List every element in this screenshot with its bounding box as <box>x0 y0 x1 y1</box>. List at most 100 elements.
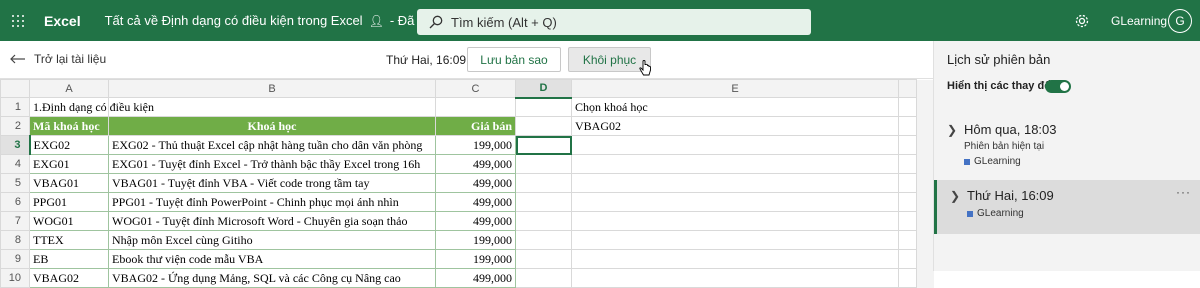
row-header[interactable]: 7 <box>0 211 30 231</box>
chevron-right-icon[interactable]: ❯ <box>950 189 960 203</box>
row-header[interactable]: 8 <box>0 230 30 250</box>
cell[interactable]: Nhập môn Excel cùng Gitiho <box>108 230 436 250</box>
cell[interactable]: VBAG01 <box>29 173 109 193</box>
row-header[interactable]: 1 <box>0 97 30 117</box>
cell[interactable]: WOG01 - Tuyệt đỉnh Microsoft Word - Chuy… <box>108 211 436 231</box>
row-header[interactable]: 4 <box>0 154 30 174</box>
cell[interactable] <box>571 230 899 250</box>
header-cell[interactable]: Khoá học <box>108 116 436 136</box>
column-header-f[interactable] <box>898 79 917 98</box>
cell[interactable] <box>515 154 572 174</box>
gear-icon[interactable] <box>1074 13 1090 29</box>
show-changes-toggle[interactable] <box>1045 80 1071 93</box>
cell[interactable] <box>898 211 917 231</box>
cell[interactable]: EB <box>29 249 109 269</box>
header-cell[interactable]: Giá bán <box>435 116 516 136</box>
cell[interactable] <box>898 173 917 193</box>
cell[interactable] <box>571 211 899 231</box>
select-all-corner[interactable] <box>0 79 30 98</box>
cell[interactable] <box>898 135 917 155</box>
scrollbar-track[interactable] <box>916 249 934 269</box>
cell[interactable] <box>515 230 572 250</box>
cell[interactable] <box>515 173 572 193</box>
cell[interactable]: PPG01 - Tuyệt đỉnh PowerPoint - Chinh ph… <box>108 192 436 212</box>
cell[interactable] <box>898 192 917 212</box>
cell[interactable] <box>515 268 572 288</box>
cell[interactable] <box>435 97 516 117</box>
cell[interactable]: EXG02 - Thủ thuật Excel cập nhật hàng tu… <box>108 135 436 155</box>
save-copy-button[interactable]: Lưu bản sao <box>467 47 561 72</box>
cell[interactable] <box>515 97 572 117</box>
row-header[interactable]: 10 <box>0 268 30 288</box>
cell[interactable] <box>515 192 572 212</box>
cell[interactable]: Chọn khoá học <box>571 97 899 117</box>
cell[interactable]: TTEX <box>29 230 109 250</box>
scrollbar-track[interactable] <box>916 268 934 288</box>
user-name[interactable]: GLearning <box>1111 14 1167 28</box>
cell[interactable]: 199,000 <box>435 249 516 269</box>
scrollbar-track[interactable] <box>916 97 934 117</box>
cell[interactable] <box>571 154 899 174</box>
cell[interactable] <box>898 97 917 117</box>
cell[interactable] <box>515 116 572 136</box>
cell[interactable] <box>108 97 436 117</box>
cell[interactable] <box>515 249 572 269</box>
cell[interactable] <box>898 249 917 269</box>
header-cell[interactable]: Mã khoá học <box>29 116 109 136</box>
row-header[interactable]: 5 <box>0 173 30 193</box>
cell[interactable]: VBAG02 <box>571 116 899 136</box>
cell[interactable]: Ebook thư viện code mẫu VBA <box>108 249 436 269</box>
app-launcher-button[interactable] <box>0 0 36 41</box>
column-header-b[interactable]: B <box>108 79 436 98</box>
cell[interactable]: 499,000 <box>435 154 516 174</box>
scrollbar-track[interactable] <box>916 211 934 231</box>
scrollbar-track[interactable] <box>916 192 934 212</box>
version-item-selected[interactable]: ❯ Thứ Hai, 16:09 GLearning ··· <box>934 180 1200 234</box>
cell[interactable] <box>898 154 917 174</box>
app-name[interactable]: Excel <box>44 13 81 29</box>
back-to-document-button[interactable]: Trở lại tài liệu <box>10 52 106 66</box>
row-header[interactable]: 3 <box>0 135 31 155</box>
cell[interactable]: 499,000 <box>435 268 516 288</box>
cell[interactable]: VBAG02 - Ứng dụng Mảng, SQL và các Công … <box>108 268 436 288</box>
cell[interactable] <box>898 230 917 250</box>
column-header-c[interactable]: C <box>435 79 516 98</box>
more-options-icon[interactable]: ··· <box>1176 185 1191 199</box>
scrollbar-track[interactable] <box>916 230 934 250</box>
cell[interactable] <box>571 268 899 288</box>
cell[interactable] <box>571 249 899 269</box>
cell[interactable] <box>571 173 899 193</box>
row-header[interactable]: 6 <box>0 192 30 212</box>
cell[interactable]: VBAG01 - Tuyệt đỉnh VBA - Viết code tron… <box>108 173 436 193</box>
cell[interactable] <box>571 192 899 212</box>
cell[interactable]: 499,000 <box>435 192 516 212</box>
vertical-scrollbar[interactable] <box>916 79 934 98</box>
cell[interactable]: EXG02 <box>29 135 109 155</box>
chevron-right-icon[interactable]: ❯ <box>947 123 957 137</box>
version-item[interactable]: ❯ Hôm qua, 18:03 Phiên bản hiện tại GLea… <box>934 114 1200 174</box>
column-header-a[interactable]: A <box>29 79 109 98</box>
cell[interactable] <box>898 268 917 288</box>
scrollbar-track[interactable] <box>916 173 934 193</box>
row-header[interactable]: 9 <box>0 249 30 269</box>
cell[interactable]: 499,000 <box>435 211 516 231</box>
column-header-d[interactable]: D <box>515 79 572 99</box>
column-header-e[interactable]: E <box>571 79 899 98</box>
cell[interactable]: EXG01 - Tuyệt đỉnh Excel - Trở thành bậc… <box>108 154 436 174</box>
active-cell[interactable] <box>515 135 572 155</box>
cell[interactable]: 499,000 <box>435 173 516 193</box>
row-header[interactable]: 2 <box>0 116 30 136</box>
cell[interactable]: 199,000 <box>435 230 516 250</box>
cell[interactable]: 1.Định dạng có điều kiện <box>29 97 154 117</box>
cell[interactable] <box>571 135 899 155</box>
scrollbar-track[interactable] <box>916 116 934 136</box>
cell[interactable] <box>515 211 572 231</box>
avatar[interactable]: G <box>1168 9 1192 33</box>
document-title[interactable]: Tất cả về Định dạng có điều kiện trong E… <box>105 13 451 28</box>
cell[interactable]: PPG01 <box>29 192 109 212</box>
search-input[interactable]: Tìm kiếm (Alt + Q) <box>417 9 811 35</box>
cell[interactable]: EXG01 <box>29 154 109 174</box>
scrollbar-track[interactable] <box>916 135 934 155</box>
cell[interactable]: VBAG02 <box>29 268 109 288</box>
cell[interactable]: WOG01 <box>29 211 109 231</box>
